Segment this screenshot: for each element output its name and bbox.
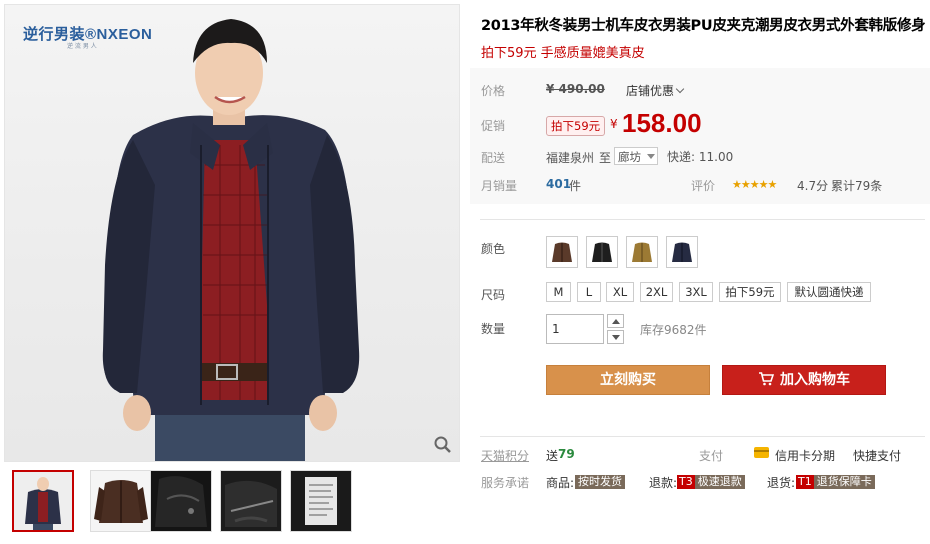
dropdown-arrow-icon xyxy=(647,154,655,159)
size-option-promo[interactable]: 拍下59元 xyxy=(719,282,781,302)
product-title: 2013年秋冬装男士机车皮衣男装PU皮夹克潮男皮衣男式外套韩版修身 xyxy=(481,18,926,34)
fast-refund-badge[interactable]: T3 极速退款 xyxy=(677,474,745,489)
promo-label: 促销 xyxy=(481,119,506,133)
return-code: T1 xyxy=(796,475,814,489)
credit-installment[interactable]: 信用卡分期 xyxy=(775,447,835,464)
monthly-sales-unit: 件 xyxy=(569,179,582,193)
currency-symbol: ¥ xyxy=(610,117,618,131)
quantity-input[interactable] xyxy=(546,314,604,344)
original-price: ¥ 490.00 xyxy=(546,82,605,96)
fast-refund-tag: 极速退款 xyxy=(694,475,745,489)
color-swatch-brown[interactable] xyxy=(546,236,578,268)
express-fee: 快递: 11.00 xyxy=(667,150,734,164)
rating-label: 评价 xyxy=(691,179,716,193)
buy-now-button[interactable]: 立刻购买 xyxy=(546,365,710,395)
quantity-label: 数量 xyxy=(481,322,506,336)
on-time-delivery-tag: 按时发货 xyxy=(575,475,625,489)
divider xyxy=(480,219,925,220)
model-photo xyxy=(102,19,360,461)
quantity-decrease-button[interactable] xyxy=(607,330,624,344)
destination-value: 廊坊 xyxy=(618,150,641,164)
destination-select[interactable]: 廊坊 xyxy=(614,147,658,165)
thumb-brown-jacket xyxy=(91,471,151,531)
thumbnail-3[interactable] xyxy=(150,470,212,532)
size-label: 尺码 xyxy=(481,288,506,302)
thumbnail-4[interactable] xyxy=(220,470,282,532)
refund-label: 退款: xyxy=(649,476,678,490)
thumbnail-1[interactable] xyxy=(12,470,74,532)
chevron-down-icon xyxy=(675,84,685,94)
store-discount-link[interactable]: 店铺优惠 xyxy=(626,82,685,99)
color-swatch-navy[interactable] xyxy=(666,236,698,268)
jacket-navy-icon xyxy=(672,242,692,262)
shipping-label: 配送 xyxy=(481,151,506,165)
thumb-leather-detail xyxy=(151,471,211,531)
rating-stars-icon: ★★★★★ xyxy=(732,178,777,191)
jacket-black-icon xyxy=(592,242,612,262)
thumb-zipper-detail xyxy=(221,471,281,531)
size-option-2xl[interactable]: 2XL xyxy=(640,282,673,302)
promo-badge: 拍下59元 xyxy=(546,116,606,136)
jacket-khaki-icon xyxy=(632,242,652,262)
payment-label: 支付 xyxy=(699,449,724,463)
zoom-icon[interactable] xyxy=(433,435,453,455)
quick-pay[interactable]: 快捷支付 xyxy=(853,447,901,464)
refund-code: T3 xyxy=(677,475,695,489)
return-label: 退货: xyxy=(767,476,796,490)
service-label: 服务承诺 xyxy=(481,476,530,490)
rating-score: 4.7分 xyxy=(797,179,829,193)
points-prefix: 送 xyxy=(546,449,559,463)
points-value: 79 xyxy=(558,447,575,461)
price-label: 价格 xyxy=(481,84,506,98)
product-subtitle: 拍下59元 手感质量媲美真皮 xyxy=(481,46,645,61)
monthly-sales-label: 月销量 xyxy=(481,179,518,193)
add-to-cart-button[interactable]: 加入购物车 xyxy=(722,365,886,395)
add-to-cart-label: 加入购物车 xyxy=(780,372,850,388)
credit-card-icon xyxy=(754,447,769,458)
store-discount-label: 店铺优惠 xyxy=(626,84,675,98)
tmall-points-label[interactable]: 天猫积分 xyxy=(481,447,529,464)
thumbnail-pointer xyxy=(41,470,53,472)
size-option-xl[interactable]: XL xyxy=(606,282,634,302)
caret-up-icon xyxy=(612,319,620,324)
thumbnail-2[interactable] xyxy=(90,470,152,532)
color-swatch-black[interactable] xyxy=(586,236,618,268)
goods-label: 商品: xyxy=(546,476,575,490)
caret-down-icon xyxy=(612,335,620,340)
main-product-image[interactable]: 逆行男装®NXEON 逆 流 男 人 xyxy=(4,4,460,462)
return-guarantee-badge[interactable]: T1 退货保障卡 xyxy=(796,474,875,489)
on-time-delivery-badge[interactable]: 按时发货 xyxy=(575,474,625,489)
size-option-l[interactable]: L xyxy=(577,282,601,302)
thumb-care-label xyxy=(291,471,351,531)
review-count-link[interactable]: 累计79条 xyxy=(831,177,882,194)
color-label: 颜色 xyxy=(481,242,506,256)
size-option-m[interactable]: M xyxy=(546,282,571,302)
jacket-brown-icon xyxy=(552,242,572,262)
quantity-increase-button[interactable] xyxy=(607,314,624,328)
shipping-to: 至 xyxy=(599,151,612,165)
return-guarantee-tag: 退货保障卡 xyxy=(813,475,875,489)
promo-price: 158.00 xyxy=(622,108,702,138)
shipping-option-default[interactable]: 默认圆通快递 xyxy=(787,282,871,302)
stock-count: 库存9682件 xyxy=(640,323,707,337)
shipping-origin: 福建泉州 xyxy=(546,151,595,165)
thumb-model-image xyxy=(14,472,72,530)
size-option-3xl[interactable]: 3XL xyxy=(679,282,713,302)
cart-icon xyxy=(759,372,775,386)
thumbnail-5[interactable] xyxy=(290,470,352,532)
color-swatch-khaki[interactable] xyxy=(626,236,658,268)
monthly-sales-count: 401 xyxy=(546,177,572,191)
divider xyxy=(480,436,925,437)
